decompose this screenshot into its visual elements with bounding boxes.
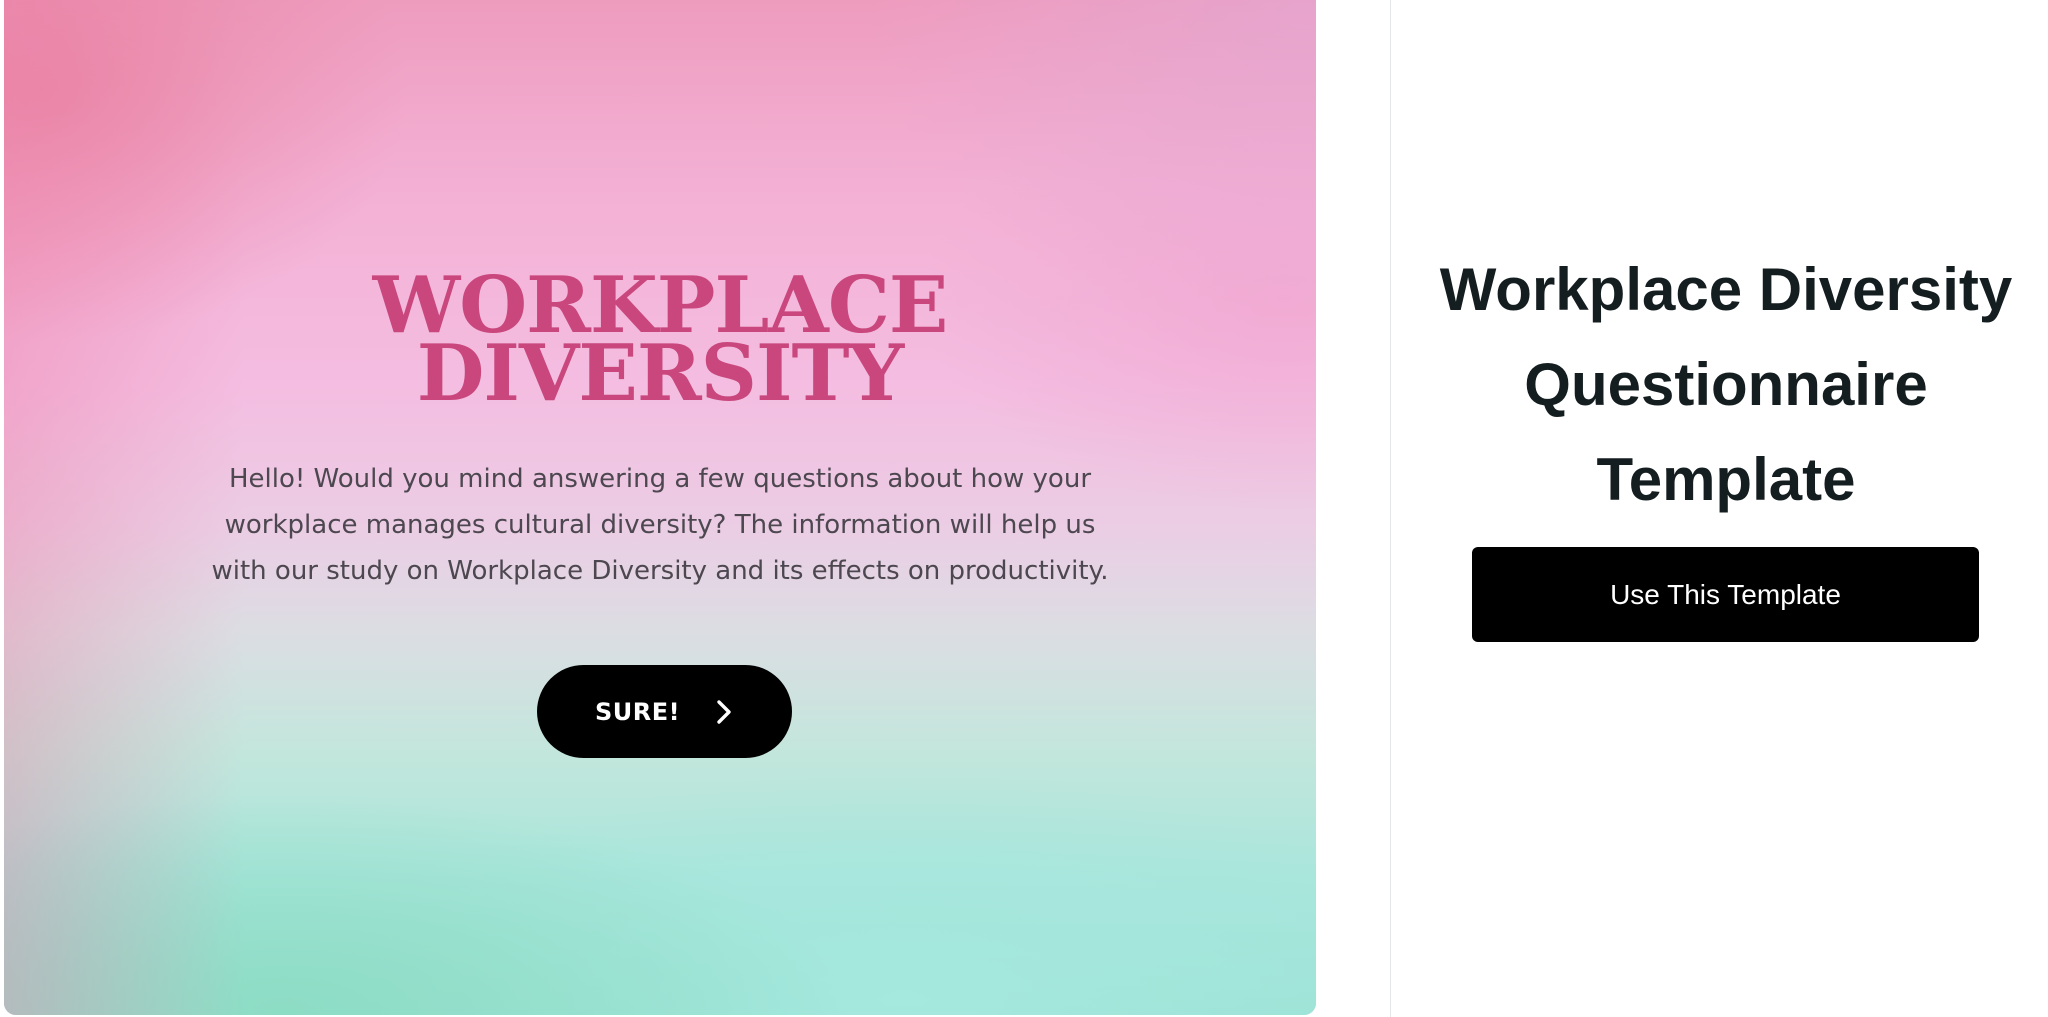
- template-title: Workplace Diversity Questionnaire Templa…: [1439, 256, 2013, 513]
- form-preview: WORKPLACE DIVERSITY Hello! Would you min…: [4, 0, 1316, 1015]
- chevron-right-icon: [714, 699, 734, 725]
- page: WORKPLACE DIVERSITY Hello! Would you min…: [0, 0, 2048, 1017]
- panel-divider: [1390, 0, 1391, 1017]
- form-description: Hello! Would you mind answering a few qu…: [211, 464, 1109, 586]
- sure-button-label: SURE!: [594, 697, 681, 726]
- sure-button[interactable]: SURE!: [537, 665, 792, 758]
- form-title: WORKPLACE DIVERSITY: [372, 260, 949, 419]
- use-template-button[interactable]: Use This Template: [1472, 547, 1979, 642]
